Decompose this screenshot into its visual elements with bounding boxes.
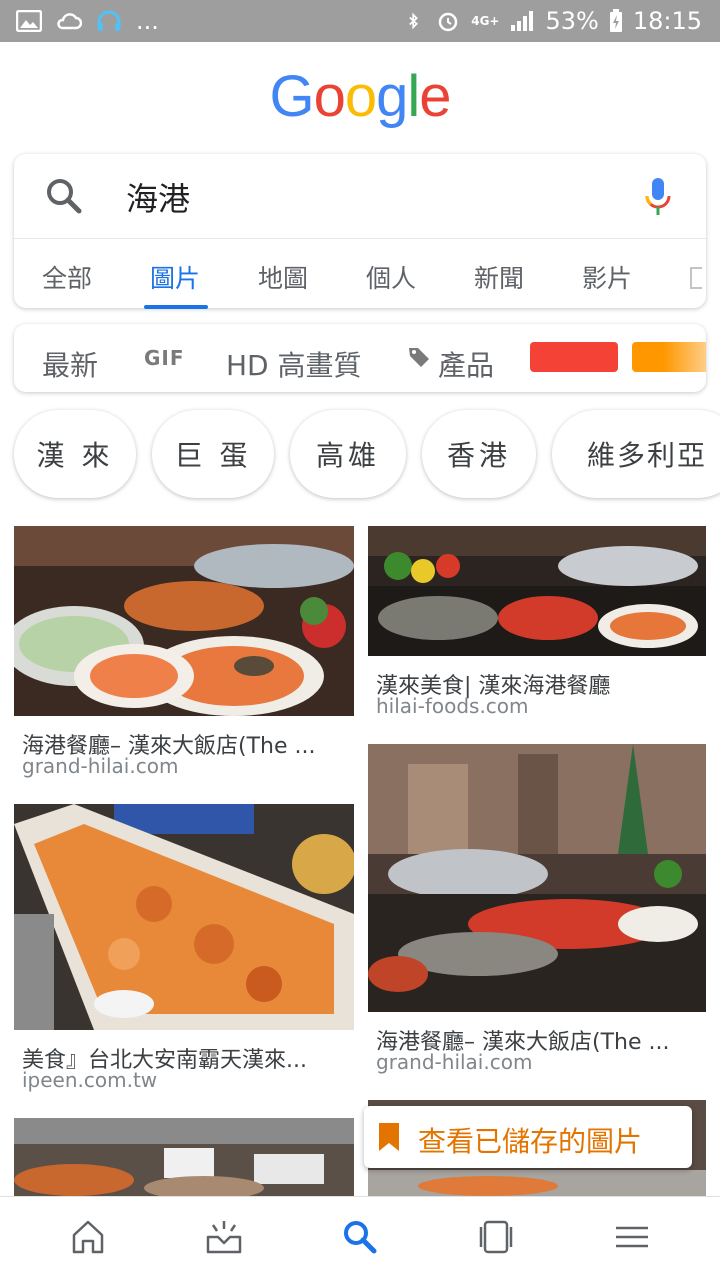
microphone-icon[interactable] — [644, 176, 672, 218]
image-icon — [16, 10, 42, 32]
result-domain: hilai-foods.com — [376, 694, 529, 718]
google-logo: Google — [0, 62, 720, 132]
tab-overflow-icon[interactable] — [690, 267, 702, 289]
tab-personal[interactable]: 個人 — [366, 259, 416, 295]
result-image[interactable] — [368, 526, 706, 656]
headphones-icon — [97, 10, 121, 31]
logo-letter: G — [269, 64, 314, 129]
result-image[interactable] — [14, 804, 354, 1030]
tab-images[interactable]: 圖片 — [150, 259, 200, 295]
signal-icon — [511, 11, 534, 31]
bluetooth-icon — [409, 12, 419, 30]
tag-icon — [409, 348, 429, 367]
result-image[interactable] — [14, 1118, 354, 1196]
home-icon[interactable] — [68, 1217, 108, 1257]
tab-all[interactable]: 全部 — [42, 259, 92, 295]
menu-icon[interactable] — [612, 1217, 652, 1257]
color-filter-orange[interactable] — [632, 342, 706, 372]
logo-letter: g — [376, 64, 408, 129]
logo-letter: o — [313, 64, 346, 129]
related-searches: 漢 來 巨 蛋 高雄 香港 維多利亞 — [0, 410, 720, 502]
logo-letter: l — [407, 64, 420, 129]
battery-icon — [609, 9, 622, 32]
status-bar: ... 4G+ 53% 18:15 — [0, 0, 720, 42]
related-chip[interactable]: 高雄 — [290, 410, 406, 498]
search-tabs: 全部 圖片 地圖 個人 新聞 影片 — [14, 239, 706, 309]
related-chip[interactable]: 巨 蛋 — [152, 410, 274, 498]
bookmark-icon — [379, 1123, 399, 1151]
active-tab-indicator — [144, 305, 208, 309]
related-chip[interactable]: 香港 — [422, 410, 536, 498]
filter-gif[interactable]: GIF — [144, 346, 185, 370]
color-filter-red[interactable] — [530, 342, 618, 372]
result-domain: ipeen.com.tw — [22, 1068, 158, 1092]
related-chip[interactable]: 維多利亞 — [552, 410, 720, 498]
filter-products[interactable]: 產品 — [438, 344, 494, 384]
search-input[interactable]: 海港 — [126, 174, 190, 220]
tab-maps[interactable]: 地圖 — [258, 259, 308, 295]
alarm-icon — [438, 12, 458, 32]
filter-bar: 最新 GIF HD 高畫質 產品 — [14, 324, 706, 392]
search-icon[interactable] — [44, 176, 84, 216]
filter-newest[interactable]: 最新 — [42, 344, 98, 384]
result-domain: grand-hilai.com — [22, 754, 179, 778]
search-card: 海港 全部 圖片 地圖 個人 新聞 影片 — [14, 154, 706, 309]
logo-letter: e — [419, 64, 451, 129]
related-chip[interactable]: 漢 來 — [14, 410, 136, 498]
search-icon[interactable] — [340, 1217, 380, 1257]
updates-icon[interactable] — [204, 1217, 244, 1257]
view-saved-images-button[interactable]: 查看已儲存的圖片 — [364, 1106, 692, 1168]
tabs-icon[interactable] — [476, 1217, 516, 1257]
clock: 18:15 — [632, 7, 702, 35]
bottom-navigation — [0, 1196, 720, 1281]
result-image[interactable] — [14, 526, 354, 716]
result-domain: grand-hilai.com — [376, 1050, 533, 1074]
cloud-icon — [57, 13, 82, 30]
saved-images-label: 查看已儲存的圖片 — [418, 1125, 643, 1158]
tab-videos[interactable]: 影片 — [582, 259, 632, 295]
filter-hd[interactable]: HD 高畫質 — [226, 344, 362, 384]
network-type: 4G+ — [471, 14, 500, 28]
tab-news[interactable]: 新聞 — [474, 259, 524, 295]
battery-percent: 53% — [545, 7, 599, 35]
logo-letter: o — [344, 64, 377, 129]
result-image[interactable] — [368, 744, 706, 1012]
status-more: ... — [136, 7, 159, 35]
